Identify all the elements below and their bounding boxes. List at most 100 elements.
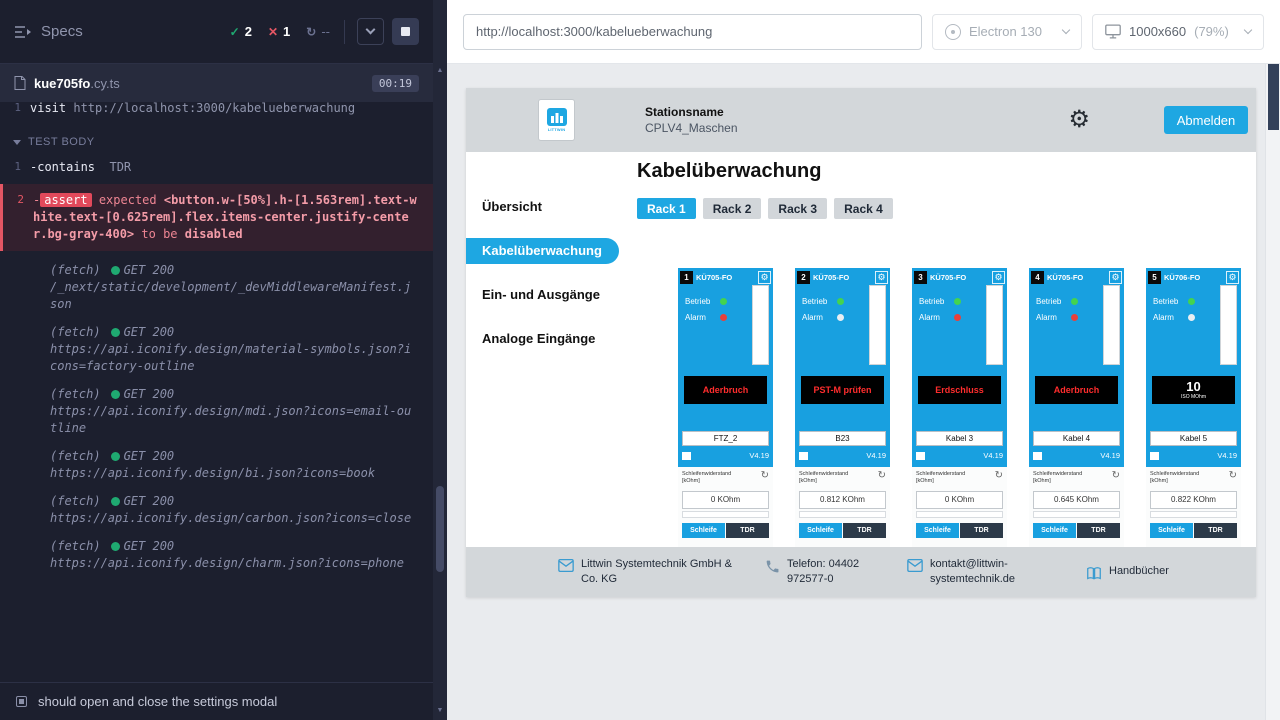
firmware-version: V4.19 <box>1100 451 1120 460</box>
schleife-button[interactable]: Schleife <box>916 523 959 538</box>
schleife-button[interactable]: Schleife <box>799 523 842 538</box>
indicator-square <box>682 452 691 460</box>
refresh-icon[interactable]: ↻ <box>995 471 1003 481</box>
tdr-button[interactable]: TDR <box>1194 523 1237 538</box>
device-card: 3KÜ705-FO⚙ Betrieb Alarm Erdschluss Kabe… <box>912 268 1007 547</box>
sidebar-item-analoge-eingaenge[interactable]: Analoge Eingänge <box>466 326 621 352</box>
next-test-row[interactable]: should open and close the settings modal <box>0 682 433 720</box>
scrollbar-thumb[interactable] <box>436 486 444 572</box>
rack-tabs: Rack 1 Rack 2 Rack 3 Rack 4 <box>637 198 1256 219</box>
refresh-icon[interactable]: ↻ <box>1229 471 1237 481</box>
fetch-log-row[interactable]: (fetch)GET 200https://api.iconify.design… <box>0 437 433 482</box>
schleife-button[interactable]: Schleife <box>1150 523 1193 538</box>
betrieb-led <box>954 298 961 305</box>
tab-rack-3[interactable]: Rack 3 <box>768 198 827 219</box>
footer-manuals-link[interactable]: Handbücher <box>1086 564 1169 581</box>
betrieb-led <box>837 298 844 305</box>
command-contains[interactable]: 1 -contains TDR <box>0 156 433 179</box>
card-scroll-strip[interactable] <box>986 285 1003 365</box>
specs-link[interactable]: Specs <box>14 23 83 40</box>
tdr-button[interactable]: TDR <box>1077 523 1120 538</box>
spec-name: kue705fo.cy.ts <box>34 76 120 91</box>
tdr-button[interactable]: TDR <box>960 523 1003 538</box>
schleife-button[interactable]: Schleife <box>1033 523 1076 538</box>
device-card: 1KÜ705-FO⚙ Betrieb Alarm Aderbruch FTZ_2… <box>678 268 773 547</box>
card-gear-icon[interactable]: ⚙ <box>1226 271 1239 284</box>
chevron-down-icon <box>1244 26 1252 34</box>
card-scroll-strip[interactable] <box>752 285 769 365</box>
url-input[interactable] <box>463 14 922 50</box>
command-assert-failed[interactable]: 2 -assert expected <button.w-[50%].h-[1.… <box>0 184 433 251</box>
stop-button[interactable] <box>392 18 419 45</box>
indicator-square <box>1033 452 1042 460</box>
schleife-button[interactable]: Schleife <box>682 523 725 538</box>
command-visit[interactable]: 1 visit http://localhost:3000/kabelueber… <box>0 102 433 120</box>
refresh-icon[interactable]: ↻ <box>1112 471 1120 481</box>
fetch-log-row[interactable]: (fetch)GET 200https://api.iconify.design… <box>0 313 433 375</box>
file-icon <box>14 76 26 90</box>
sidebar-item-uebersicht[interactable]: Übersicht <box>466 194 621 220</box>
card-gear-icon[interactable]: ⚙ <box>1109 271 1122 284</box>
app-header: LITTWIN Stationsname CPLV4_Maschen ⚙ Abm… <box>466 88 1256 152</box>
status-ok-icon <box>111 542 120 551</box>
tab-rack-2[interactable]: Rack 2 <box>703 198 762 219</box>
device-card: 2KÜ705-FO⚙ Betrieb Alarm PST-M prüfen B2… <box>795 268 890 547</box>
assert-badge: assert <box>40 193 91 207</box>
card-gear-icon[interactable]: ⚙ <box>758 271 771 284</box>
browser-select[interactable]: Electron 130 <box>932 14 1082 50</box>
status-ok-icon <box>111 266 120 275</box>
indicator-square <box>916 452 925 460</box>
card-scroll-strip[interactable] <box>1103 285 1120 365</box>
refresh-icon[interactable]: ↻ <box>761 471 769 481</box>
firmware-version: V4.19 <box>866 451 886 460</box>
fetch-log-row[interactable]: (fetch)GET 200https://api.iconify.design… <box>0 482 433 527</box>
tdr-button[interactable]: TDR <box>843 523 886 538</box>
status-ok-icon <box>111 390 120 399</box>
card-scroll-strip[interactable] <box>869 285 886 365</box>
page-scrollbar[interactable] <box>1265 64 1280 720</box>
collapse-button[interactable] <box>357 18 384 45</box>
footer-phone: Telefon: 04402 972577-0 <box>765 557 891 587</box>
spec-file-row[interactable]: kue705fo.cy.ts 00:19 <box>0 64 433 102</box>
browser-url-bar: Electron 130 1000x660 (79%) <box>447 0 1280 64</box>
chevron-down-icon <box>13 140 21 145</box>
refresh-icon[interactable]: ↻ <box>878 471 886 481</box>
app-body: Übersicht Kabelüberwachung Ein- und Ausg… <box>466 152 1256 547</box>
scroll-down-icon[interactable]: ▼ <box>433 706 447 716</box>
app-under-test: LITTWIN Stationsname CPLV4_Maschen ⚙ Abm… <box>466 88 1256 597</box>
tab-rack-4[interactable]: Rack 4 <box>834 198 893 219</box>
card-gear-icon[interactable]: ⚙ <box>992 271 1005 284</box>
specs-label: Specs <box>41 23 83 40</box>
card-gear-icon[interactable]: ⚙ <box>875 271 888 284</box>
tdr-button[interactable]: TDR <box>726 523 769 538</box>
tab-rack-1[interactable]: Rack 1 <box>637 198 696 219</box>
viewport-select[interactable]: 1000x660 (79%) <box>1092 14 1264 50</box>
resistance-value: 0 KOhm <box>916 491 1003 509</box>
secondary-field <box>1150 511 1237 518</box>
slot-number: 3 <box>914 271 927 284</box>
sidebar-item-kabelueberwachung[interactable]: Kabelüberwachung <box>466 238 619 264</box>
page-title: Kabelüberwachung <box>637 160 1256 183</box>
fetch-log-row[interactable]: (fetch)GET 200https://api.iconify.design… <box>0 375 433 437</box>
mail-icon <box>558 559 574 572</box>
fetch-log-row[interactable]: (fetch)GET 200https://api.iconify.design… <box>0 527 433 572</box>
status-display: Aderbruch <box>684 376 767 404</box>
footer-company: Littwin Systemtechnik GmbH & Co. KG <box>558 557 741 587</box>
cable-name: Kabel 5 <box>1150 431 1237 446</box>
card-scroll-strip[interactable] <box>1220 285 1237 365</box>
test-body-section[interactable]: TEST BODY <box>0 120 433 156</box>
resistance-value: 0 KOhm <box>682 491 769 509</box>
settings-gear-icon[interactable]: ⚙ <box>1068 108 1090 132</box>
fetch-log-row[interactable]: (fetch)GET 200/_next/static/development/… <box>0 251 433 313</box>
slot-number: 4 <box>1031 271 1044 284</box>
logout-button[interactable]: Abmelden <box>1164 106 1248 134</box>
cable-name: B23 <box>799 431 886 446</box>
x-icon: ✕ <box>268 25 278 39</box>
app-sidebar: Übersicht Kabelüberwachung Ein- und Ausg… <box>466 152 621 547</box>
sidebar-item-ein-und-ausgaenge[interactable]: Ein- und Ausgänge <box>466 282 621 308</box>
scrollbar-thumb[interactable] <box>1268 64 1279 130</box>
monitor-icon <box>1105 24 1121 39</box>
reporter-scrollbar[interactable]: ▲ ▼ <box>433 0 447 720</box>
status-display: PST-M prüfen <box>801 376 884 404</box>
scroll-up-icon[interactable]: ▲ <box>433 66 447 76</box>
